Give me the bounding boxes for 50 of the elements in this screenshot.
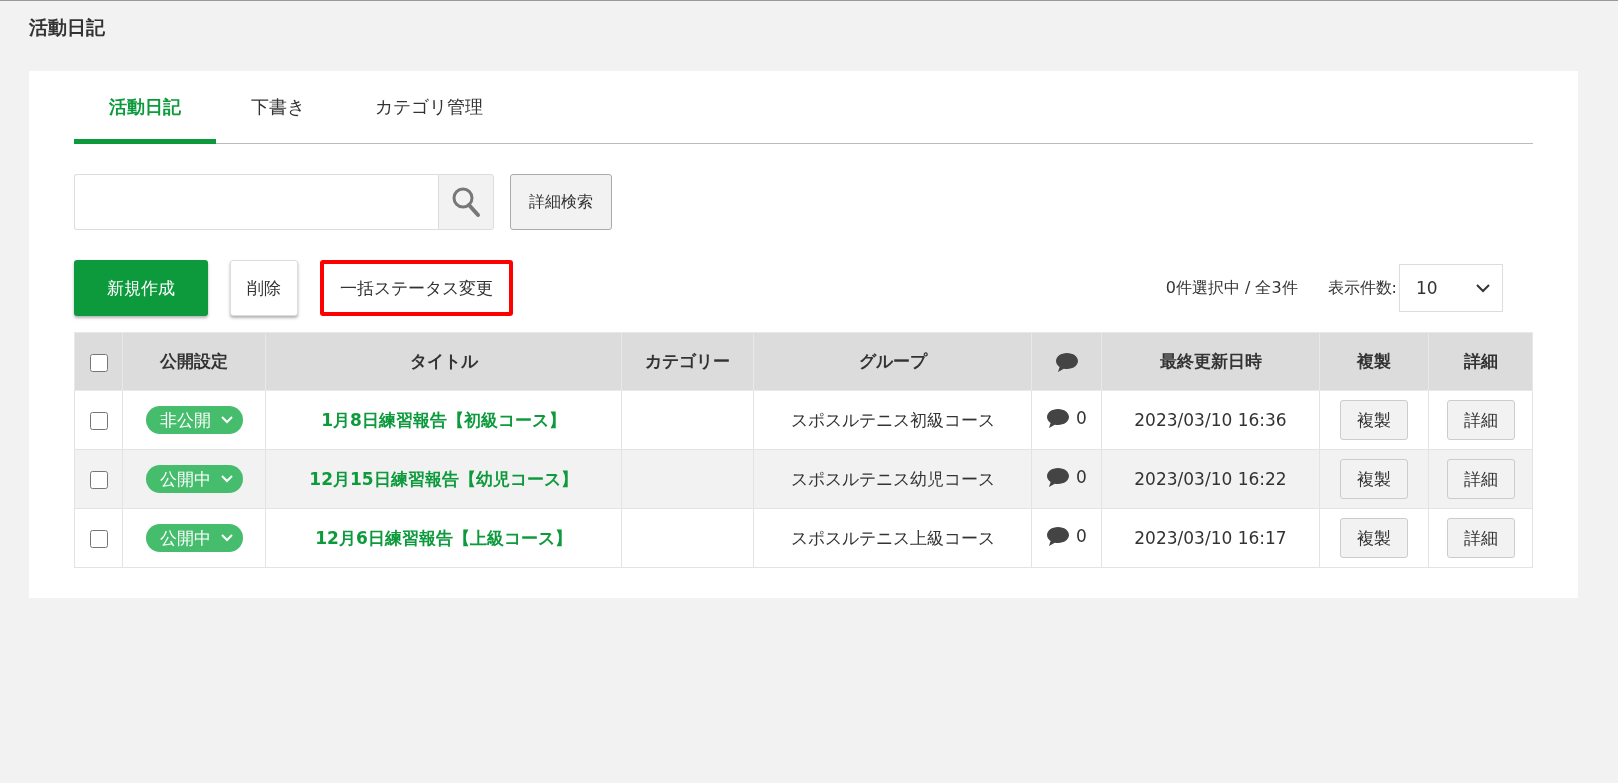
chevron-icon: [1476, 283, 1490, 293]
detail-button[interactable]: 詳細: [1446, 459, 1515, 499]
row-checkbox[interactable]: [89, 412, 108, 430]
group-text: スポスルテニス上級コース: [790, 527, 995, 548]
comment-icon: [1046, 407, 1071, 429]
page-size-select[interactable]: 10: [1399, 264, 1503, 312]
title-link[interactable]: 1月8日練習報告【初級コース】: [321, 409, 566, 430]
updated-time: 2023/03/10 16:36: [1134, 410, 1287, 430]
group-text: スポスルテニス幼児コース: [790, 468, 995, 489]
header-cell: グループ: [753, 332, 1032, 391]
comment-icon: [1054, 350, 1079, 373]
chevron-icon: [220, 416, 233, 424]
comment-icon: [1046, 466, 1071, 488]
action-button[interactable]: 新規作成: [74, 260, 208, 316]
select-all-checkbox[interactable]: [89, 353, 108, 372]
detail-button[interactable]: 詳細: [1446, 400, 1515, 440]
group-text: スポスルテニス初級コース: [790, 409, 995, 430]
advanced-search-button[interactable]: 詳細検索: [510, 174, 612, 230]
tab[interactable]: カテゴリ管理: [340, 79, 518, 144]
tab[interactable]: 下書き: [216, 79, 340, 144]
search-field[interactable]: [74, 174, 438, 230]
updated-time: 2023/03/10 16:17: [1134, 528, 1287, 548]
comment-count: 0: [1076, 526, 1087, 546]
header-cell: 最終更新日時: [1101, 332, 1320, 391]
search-icon: [451, 186, 481, 218]
detail-button[interactable]: 詳細: [1446, 518, 1515, 558]
header-cell: 詳細: [1428, 332, 1533, 391]
header-cell: カテゴリー: [621, 332, 754, 391]
header-cell: 複製: [1319, 332, 1429, 391]
copy-button[interactable]: 複製: [1340, 518, 1408, 558]
comment-icon: [1046, 525, 1071, 547]
copy-button[interactable]: 複製: [1340, 459, 1408, 499]
page-size-label: 表示件数:: [1327, 277, 1397, 299]
tab[interactable]: 活動日記: [74, 79, 216, 144]
chevron-icon: [220, 534, 233, 542]
copy-button[interactable]: 複製: [1340, 400, 1408, 440]
action-button[interactable]: 削除: [230, 260, 298, 316]
header-cell: 公開設定: [122, 332, 266, 391]
row-checkbox[interactable]: [89, 530, 108, 548]
header-cell: タイトル: [265, 332, 622, 391]
chevron-icon: [220, 475, 233, 483]
title-link[interactable]: 12月6日練習報告【上級コース】: [315, 527, 572, 548]
comment-count: 0: [1076, 408, 1087, 428]
search-button[interactable]: [438, 174, 494, 230]
comment-count: 0: [1076, 467, 1087, 487]
action-button[interactable]: 一括ステータス変更: [320, 260, 513, 316]
updated-time: 2023/03/10 16:22: [1134, 469, 1287, 489]
row-checkbox[interactable]: [89, 471, 108, 489]
selection-count: 0件選択中 / 全3件: [1165, 277, 1298, 299]
page-title: 活動日記: [29, 15, 106, 40]
